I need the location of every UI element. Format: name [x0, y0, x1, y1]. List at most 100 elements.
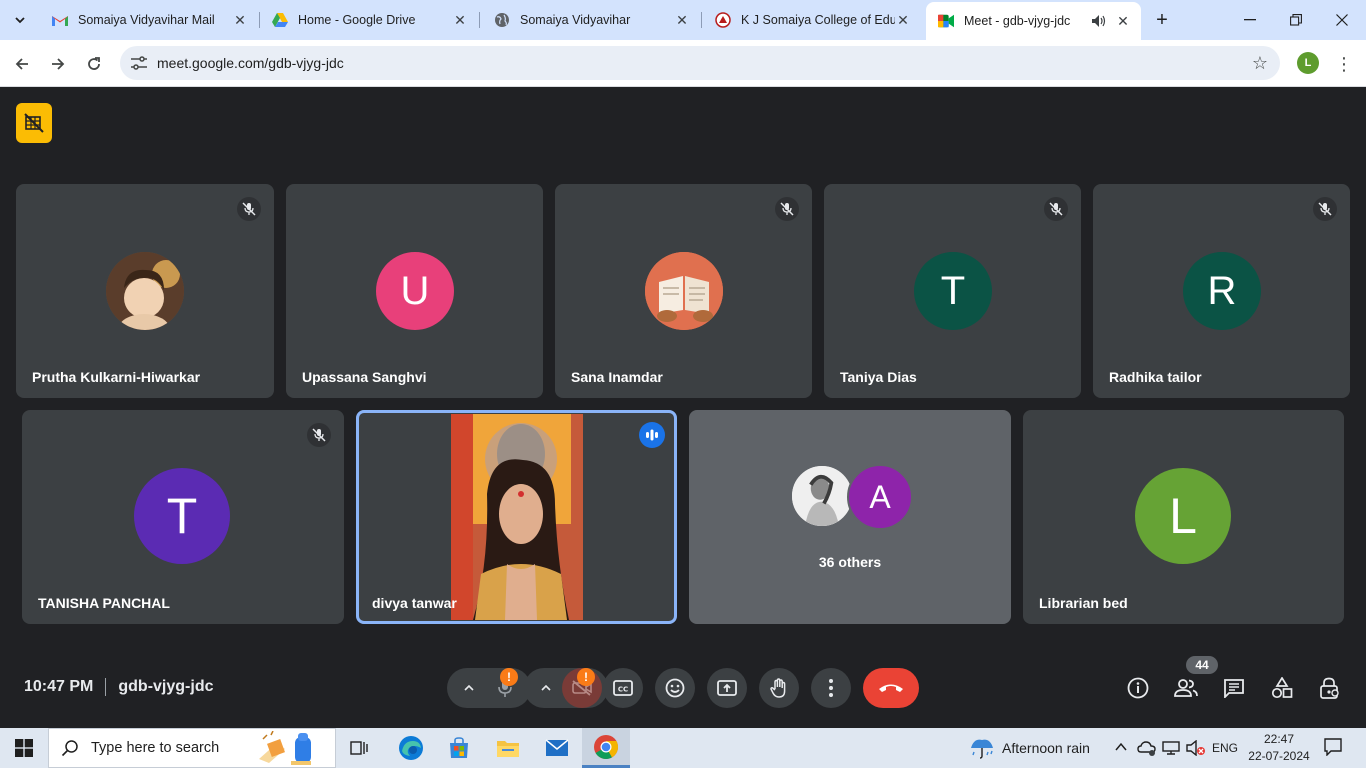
close-icon[interactable]: ✕	[674, 12, 690, 28]
speaker-icon[interactable]	[1091, 13, 1107, 29]
camera-warning-icon: !	[577, 668, 595, 686]
minimize-button[interactable]	[1228, 6, 1272, 34]
close-icon[interactable]: ✕	[1115, 13, 1131, 29]
people-button[interactable]	[1170, 672, 1202, 704]
chat-button[interactable]	[1218, 672, 1250, 704]
chat-icon	[1224, 679, 1244, 698]
windows-taskbar: Type here to search Afternoon rain ENG 2…	[0, 728, 1366, 768]
leave-call-button[interactable]	[863, 668, 919, 708]
forward-arrow-icon	[52, 58, 65, 70]
no-video-badge[interactable]	[16, 103, 52, 143]
browser-toolbar: meet.google.com/gdb-vjyg-jdc ☆ L ⋮	[0, 40, 1366, 87]
clock-time[interactable]: 22:47	[1250, 732, 1308, 746]
input-language[interactable]: ENG	[1212, 741, 1238, 755]
profile-avatar[interactable]: L	[1297, 52, 1319, 74]
activities-button[interactable]	[1266, 672, 1298, 704]
camera-control[interactable]	[524, 668, 608, 708]
close-icon[interactable]: ✕	[452, 12, 468, 28]
tab-search-button[interactable]	[8, 8, 32, 32]
tab-somaiya-vidyavihar[interactable]: Somaiya Vidyavihar ✕	[482, 6, 700, 34]
tab-strip: Somaiya Vidyavihar Mail ✕ Home - Google …	[0, 0, 1366, 40]
meeting-details: 10:47 PM gdb-vjyg-jdc	[24, 678, 213, 696]
weather-text[interactable]: Afternoon rain	[1002, 740, 1090, 756]
participant-name: Taniya Dias	[840, 369, 917, 385]
participant-avatar: T	[134, 468, 230, 564]
chevron-up-icon[interactable]	[530, 668, 562, 708]
site-settings-icon[interactable]	[130, 54, 148, 72]
restore-button[interactable]	[1274, 6, 1318, 34]
google-meet-icon	[938, 13, 954, 29]
file-explorer-app[interactable]	[484, 728, 532, 768]
others-tile[interactable]: A 36 others	[689, 410, 1011, 624]
participant-tile[interactable]: T Taniya Dias	[824, 184, 1081, 398]
close-icon[interactable]: ✕	[895, 12, 911, 28]
tab-kj-somaiya-college[interactable]: K J Somaiya College of Educ ✕	[703, 6, 921, 34]
chrome-icon	[594, 734, 619, 759]
info-icon	[1127, 677, 1149, 699]
chevron-up-icon[interactable]	[1114, 740, 1128, 759]
tab-gmail[interactable]: Somaiya Vidyavihar Mail ✕	[40, 6, 258, 34]
new-tab-button[interactable]: +	[1150, 8, 1174, 32]
tab-google-meet[interactable]: Meet - gdb-vjyg-jdc ✕	[926, 2, 1141, 40]
meeting-time: 10:47 PM	[24, 678, 94, 695]
bookmark-star-icon[interactable]: ☆	[1252, 53, 1268, 74]
participant-photo	[790, 464, 854, 528]
participant-tile[interactable]: L Librarian bed	[1023, 410, 1344, 624]
raise-hand-icon	[770, 678, 786, 698]
divider	[105, 678, 107, 696]
microsoft-store-app[interactable]	[435, 728, 483, 768]
mail-app[interactable]	[533, 728, 581, 768]
present-screen-button[interactable]	[707, 668, 747, 708]
close-icon[interactable]: ✕	[232, 12, 248, 28]
weather-rain-icon[interactable]	[968, 736, 996, 765]
participant-tile[interactable]: R Radhika tailor	[1093, 184, 1350, 398]
reload-icon	[88, 57, 100, 70]
speaking-indicator-icon	[639, 422, 665, 448]
tab-google-drive[interactable]: Home - Google Drive ✕	[260, 6, 478, 34]
reload-button[interactable]	[80, 50, 108, 78]
edge-icon	[399, 736, 423, 760]
windows-logo-icon	[15, 739, 33, 757]
tab-title: Somaiya Vidyavihar	[520, 13, 631, 27]
raise-hand-button[interactable]	[759, 668, 799, 708]
captions-button[interactable]: CC	[603, 668, 643, 708]
minimize-icon	[1244, 19, 1256, 21]
people-icon	[1174, 679, 1198, 697]
chevron-up-icon[interactable]	[453, 668, 485, 708]
reactions-button[interactable]	[655, 668, 695, 708]
forward-button[interactable]	[44, 50, 72, 78]
folder-icon	[497, 741, 519, 757]
onedrive-icon[interactable]	[1137, 740, 1157, 761]
others-count: 36 others	[818, 554, 882, 570]
meeting-info-button[interactable]	[1122, 672, 1154, 704]
network-icon[interactable]	[1162, 740, 1180, 761]
back-arrow-icon	[15, 58, 28, 70]
end-call-icon	[879, 684, 903, 692]
tab-title: Meet - gdb-vjyg-jdc	[964, 14, 1071, 28]
participant-tile[interactable]: Prutha Kulkarni-Hiwarkar	[16, 184, 274, 398]
mail-icon	[545, 739, 569, 756]
chrome-app[interactable]	[582, 728, 630, 768]
participant-tile[interactable]: Sana Inamdar	[555, 184, 812, 398]
task-view-button[interactable]	[336, 728, 384, 768]
notifications-icon[interactable]	[1324, 738, 1342, 761]
volume-muted-icon[interactable]	[1186, 739, 1206, 761]
edge-app[interactable]	[387, 728, 435, 768]
clock-date[interactable]: 22-07-2024	[1246, 749, 1312, 763]
participant-tile[interactable]: U Upassana Sanghvi	[286, 184, 543, 398]
participant-tile-speaking[interactable]: divya tanwar	[356, 410, 677, 624]
participant-name: Radhika tailor	[1109, 369, 1202, 385]
start-button[interactable]	[0, 728, 48, 768]
browser-menu-icon[interactable]: ⋮	[1334, 50, 1354, 78]
mic-control[interactable]	[447, 668, 531, 708]
host-controls-button[interactable]	[1314, 672, 1346, 704]
store-icon	[450, 737, 468, 758]
close-window-button[interactable]	[1320, 6, 1364, 34]
back-button[interactable]	[8, 50, 36, 78]
address-bar[interactable]: meet.google.com/gdb-vjyg-jdc ☆	[120, 46, 1280, 80]
participant-tile[interactable]: T TANISHA PANCHAL	[22, 410, 344, 624]
participant-name: Upassana Sanghvi	[302, 369, 427, 385]
more-options-button[interactable]	[811, 668, 851, 708]
taskbar-search-box[interactable]: Type here to search	[48, 728, 336, 768]
url-text[interactable]: meet.google.com/gdb-vjyg-jdc	[157, 55, 344, 71]
